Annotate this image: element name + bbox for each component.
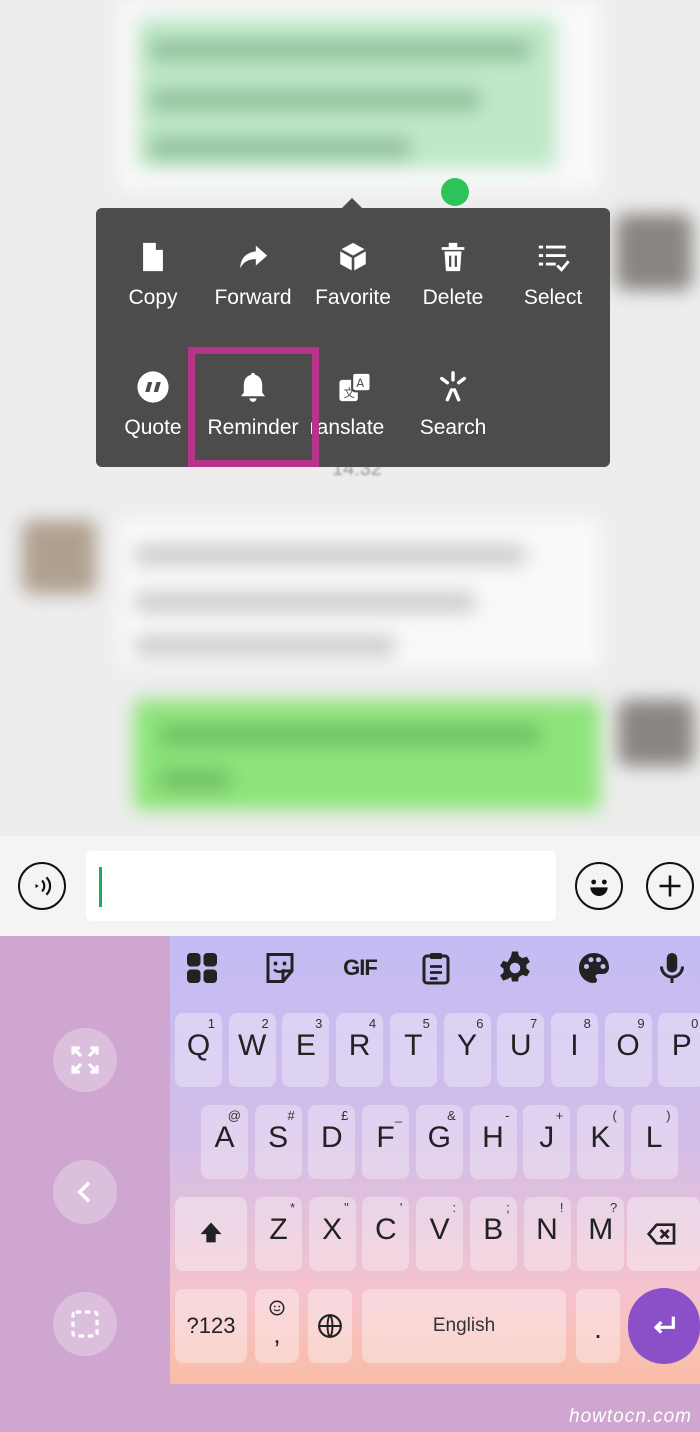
key-r[interactable]: 4R <box>336 1013 384 1087</box>
sparkle-icon <box>439 371 467 402</box>
key-g[interactable]: & G <box>415 1105 463 1179</box>
backspace-icon <box>646 1223 676 1245</box>
key-j[interactable]: + J <box>523 1105 571 1179</box>
dashed-square-icon <box>71 1310 99 1338</box>
menu-item-copy[interactable]: Copy <box>103 240 203 340</box>
chevron-left-icon <box>77 1181 91 1203</box>
key-i[interactable]: 8I <box>550 1013 598 1087</box>
unread-dot <box>441 178 469 206</box>
key-s[interactable]: # S <box>254 1105 302 1179</box>
key-k[interactable]: (K <box>576 1105 624 1179</box>
key-f[interactable]: _ F <box>362 1105 410 1179</box>
clipboard-icon[interactable] <box>418 950 454 986</box>
floating-mode-button[interactable] <box>53 1292 117 1356</box>
globe-icon <box>318 1314 342 1338</box>
gif-button[interactable]: GIF <box>337 950 383 986</box>
svg-text:文: 文 <box>344 386 355 400</box>
avatar <box>22 520 96 594</box>
language-key[interactable] <box>308 1289 352 1363</box>
voice-button[interactable] <box>18 862 66 910</box>
expand-icon <box>71 1046 99 1074</box>
gear-icon[interactable] <box>497 950 533 986</box>
key-b[interactable]: ; B <box>469 1197 517 1271</box>
plus-button[interactable] <box>646 862 694 910</box>
text-cursor <box>99 867 102 907</box>
key-o[interactable]: 9O <box>604 1013 652 1087</box>
key-m[interactable]: ? M <box>577 1197 625 1271</box>
key-w[interactable]: 2W <box>228 1013 276 1087</box>
apps-grid-icon[interactable] <box>184 950 220 986</box>
quote-icon <box>137 371 169 403</box>
space-key[interactable]: English <box>362 1289 566 1363</box>
key-e[interactable]: 3E <box>282 1013 330 1087</box>
sticker-icon[interactable] <box>262 950 298 986</box>
file-icon <box>143 242 163 272</box>
menu-item-select[interactable]: Select <box>503 240 603 340</box>
symbols-key[interactable]: ?123 <box>175 1289 247 1363</box>
message-input[interactable] <box>86 851 556 921</box>
cube-icon <box>339 242 367 272</box>
voice-icon <box>35 876 52 896</box>
menu-item-search[interactable]: Search <box>403 370 503 470</box>
key-v[interactable]: :V <box>416 1197 464 1271</box>
key-y[interactable]: 6Y <box>443 1013 491 1087</box>
period-key[interactable]: . <box>576 1289 620 1363</box>
trash-icon <box>441 242 465 272</box>
message-bubble <box>134 700 600 810</box>
chat-input-bar <box>0 836 700 936</box>
key-n[interactable]: ! N <box>523 1197 571 1271</box>
svg-text:A: A <box>356 376 364 390</box>
smiley-icon <box>269 1300 285 1316</box>
menu-item-translate[interactable]: 文A ranslate <box>305 370 405 470</box>
key-d[interactable]: £ D <box>308 1105 356 1179</box>
checklist-icon <box>538 245 570 272</box>
menu-item-reminder[interactable]: Reminder <box>203 370 303 470</box>
shift-key[interactable] <box>175 1197 247 1271</box>
message-context-menu: Copy Forward Favorite Delete Select Quot… <box>96 198 610 470</box>
collapse-left-button[interactable] <box>53 1160 117 1224</box>
avatar <box>618 700 694 766</box>
enter-icon <box>653 1316 675 1334</box>
emoji-comma-key[interactable]: , <box>255 1289 299 1363</box>
menu-item-forward[interactable]: Forward <box>203 240 303 340</box>
emoji-icon <box>590 879 608 896</box>
expand-keyboard-button[interactable] <box>53 1028 117 1092</box>
avatar <box>616 214 692 290</box>
watermark: howtocn.com <box>569 1406 692 1427</box>
enter-key[interactable] <box>628 1288 700 1364</box>
menu-item-favorite[interactable]: Favorite <box>303 240 403 340</box>
key-t[interactable]: 5T <box>389 1013 437 1087</box>
key-h[interactable]: -H <box>469 1105 517 1179</box>
key-u[interactable]: 7U <box>497 1013 545 1087</box>
mic-icon[interactable] <box>654 950 690 986</box>
key-l[interactable]: ) L <box>630 1105 678 1179</box>
bell-icon <box>240 372 266 402</box>
palette-icon[interactable] <box>576 950 612 986</box>
plus-icon <box>659 875 681 897</box>
emoji-button[interactable] <box>575 862 623 910</box>
key-x[interactable]: " X <box>308 1197 356 1271</box>
menu-item-delete[interactable]: Delete <box>403 240 503 340</box>
forward-arrow-icon <box>240 245 268 269</box>
key-q[interactable]: 1Q <box>175 1013 222 1087</box>
key-a[interactable]: @ A <box>201 1105 248 1179</box>
key-p[interactable]: 0P <box>658 1013 700 1087</box>
backspace-key[interactable] <box>627 1197 700 1271</box>
translate-icon: 文A <box>339 371 372 402</box>
shift-icon <box>200 1222 222 1243</box>
key-z[interactable]: * Z <box>255 1197 302 1271</box>
menu-item-quote[interactable]: Quote <box>103 370 203 470</box>
key-c[interactable]: ' C <box>362 1197 410 1271</box>
